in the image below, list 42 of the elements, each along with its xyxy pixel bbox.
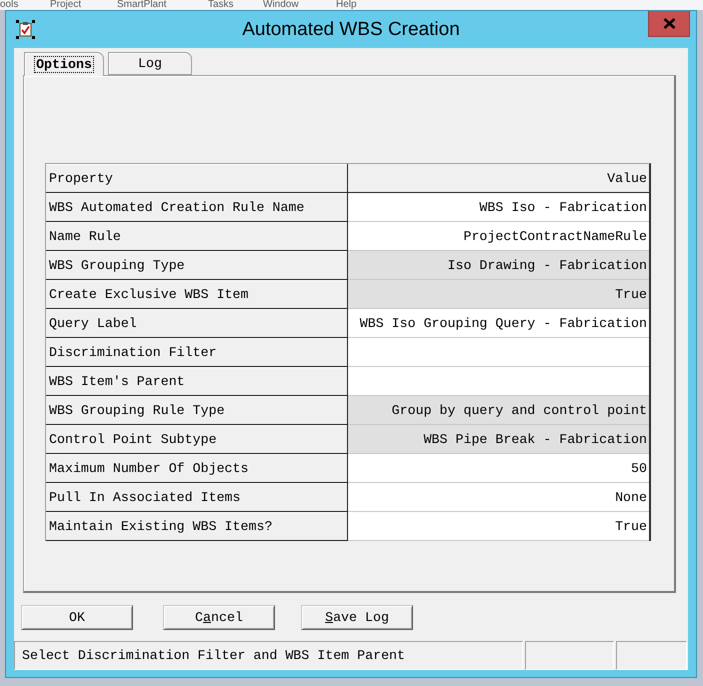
property-cell: Maximum Number Of Objects [46,454,348,483]
property-cell: Discrimination Filter [46,338,348,367]
dialog-button[interactable]: OK [21,605,133,630]
property-cell: WBS Item's Parent [46,367,348,396]
value-cell[interactable]: None [348,483,649,512]
value-cell[interactable]: True [348,512,649,541]
value-cell[interactable]: Group by query and control point [348,396,649,425]
menu-item[interactable]: SmartPlant [117,0,208,10]
close-button[interactable] [648,11,690,37]
clipboard-check-icon [16,20,35,39]
menu-item[interactable]: Window [263,0,336,10]
property-cell: WBS Grouping Type [46,251,348,280]
property-cell: Control Point Subtype [46,425,348,454]
value-cell[interactable]: 50 [348,454,649,483]
menu-item[interactable]: Tasks [208,0,263,10]
value-cell[interactable]: WBS Pipe Break - Fabrication [348,425,649,454]
status-message: Select Discrimination Filter and WBS Item Parent [14,641,523,670]
property-cell: Create Exclusive WBS Item [46,280,348,309]
menu-item[interactable]: Project [50,0,117,10]
status-panel [616,641,687,670]
value-cell[interactable]: WBS Iso - Fabrication [348,193,649,222]
window-title: Automated WBS Creation [242,18,460,40]
value-cell[interactable]: Iso Drawing - Fabrication [348,251,649,280]
dialog-button[interactable]: Save Log [301,605,413,630]
column-header: Property [46,164,348,193]
property-cell: Query Label [46,309,348,338]
value-cell[interactable]: ProjectContractNameRule [348,222,649,251]
property-cell: Name Rule [46,222,348,251]
property-cell: Maintain Existing WBS Items? [46,512,348,541]
value-cell[interactable]: WBS Iso Grouping Query - Fabrication [348,309,649,338]
value-cell[interactable] [348,367,649,396]
property-cell: Pull In Associated Items [46,483,348,512]
menu-item[interactable]: Help [336,0,376,10]
tab[interactable]: Log [108,52,192,75]
close-icon [662,18,676,29]
property-cell: WBS Automated Creation Rule Name [46,193,348,222]
dialog-button[interactable]: Cancel [163,605,275,630]
tab[interactable]: Options [24,52,104,76]
property-cell: WBS Grouping Rule Type [46,396,348,425]
menu-item[interactable]: ools [0,0,50,10]
value-cell[interactable]: True [348,280,649,309]
value-cell[interactable] [348,338,649,367]
